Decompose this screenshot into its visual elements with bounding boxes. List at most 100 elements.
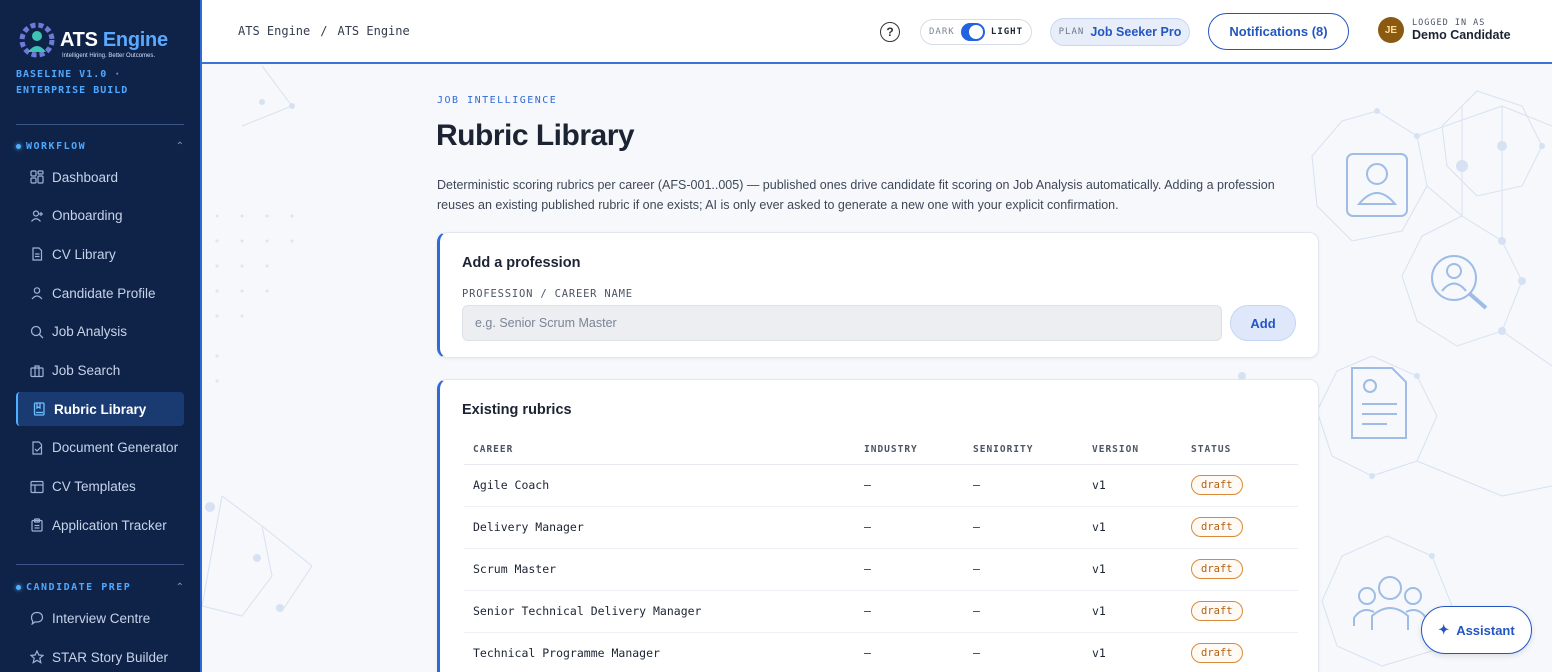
sidebar-item-label: Rubric Library — [54, 401, 147, 417]
theme-toggle[interactable]: DARK LIGHT — [920, 19, 1032, 45]
sidebar-item-candidate-profile[interactable]: Candidate Profile — [16, 276, 184, 310]
column-header-career[interactable]: CAREER — [464, 436, 855, 465]
sidebar-item-label: Onboarding — [52, 208, 123, 224]
plan-key: PLAN — [1058, 27, 1085, 37]
page-eyebrow: JOB INTELLIGENCE — [437, 95, 558, 106]
sidebar-item-label: CV Templates — [52, 479, 136, 495]
breadcrumb: ATS Engine / ATS Engine — [238, 24, 410, 38]
profession-input[interactable] — [462, 305, 1222, 341]
add-profession-button[interactable]: Add — [1230, 305, 1296, 341]
build-label: BASELINE V1.0 · ENTERPRISE BUILD — [16, 69, 129, 96]
add-profession-title: Add a profession — [462, 255, 581, 271]
cell-industry: — — [855, 590, 964, 633]
sidebar-item-label: Job Analysis — [52, 324, 128, 340]
cell-status: draft — [1182, 632, 1298, 672]
column-header-version[interactable]: VERSION — [1083, 436, 1182, 465]
existing-rubrics-title: Existing rubrics — [462, 402, 572, 418]
cell-industry: — — [855, 464, 964, 507]
cell-status: draft — [1182, 506, 1298, 549]
chevron-up-icon: ⌃ — [175, 140, 184, 152]
status-badge: draft — [1191, 559, 1243, 579]
cell-career: Scrum Master — [464, 548, 855, 591]
status-badge: draft — [1191, 601, 1243, 621]
star-icon — [30, 650, 44, 664]
sidebar-item-interview-centre[interactable]: Interview Centre — [16, 601, 184, 635]
breadcrumb-item: ATS Engine — [337, 24, 410, 38]
user-name: Demo Candidate — [1412, 28, 1511, 42]
sidebar-item-star-story-builder[interactable]: STAR Story Builder — [16, 640, 184, 672]
cell-career: Technical Programme Manager — [464, 632, 855, 672]
sidebar-item-job-search[interactable]: Job Search — [16, 354, 184, 388]
dashboard-icon — [30, 170, 44, 184]
cell-seniority: — — [964, 506, 1083, 549]
page-title: Rubric Library — [436, 119, 635, 152]
cell-seniority: — — [964, 548, 1083, 591]
status-badge: draft — [1191, 643, 1243, 663]
sidebar-item-rubric-library[interactable]: Rubric Library — [16, 392, 184, 427]
cell-seniority: — — [964, 590, 1083, 633]
sidebar-item-application-tracker[interactable]: Application Tracker — [16, 508, 184, 542]
sidebar-item-document-generator[interactable]: Document Generator — [16, 431, 184, 465]
breadcrumb-item[interactable]: ATS Engine — [238, 24, 310, 38]
chat-icon — [30, 611, 44, 625]
user-plus-icon — [30, 209, 44, 223]
plan-value: Job Seeker Pro — [1090, 25, 1182, 39]
cell-career: Senior Technical Delivery Manager — [464, 590, 855, 633]
profession-field-label: PROFESSION / CAREER NAME — [462, 288, 633, 300]
status-badge: draft — [1191, 517, 1243, 537]
table-row[interactable]: Delivery Manager — — v1 draft — [464, 506, 1298, 549]
sidebar-item-label: CV Library — [52, 246, 116, 262]
sidebar-item-cv-templates[interactable]: CV Templates — [16, 470, 184, 504]
sparkle-icon: ✦ — [1438, 622, 1450, 637]
table-row[interactable]: Technical Programme Manager — — v1 draft — [464, 632, 1298, 672]
plan-badge[interactable]: PLAN Job Seeker Pro — [1050, 18, 1190, 46]
cell-version: v1 — [1083, 506, 1182, 549]
theme-light-label: LIGHT — [990, 27, 1023, 37]
brand-name: ATS Engine — [60, 29, 168, 51]
cell-career: Agile Coach — [464, 464, 855, 507]
logged-in-label: LOGGED IN AS — [1412, 18, 1486, 28]
table-row[interactable]: Senior Technical Delivery Manager — — v1 dra… — [464, 590, 1298, 633]
sidebar-item-label: Candidate Profile — [52, 285, 156, 301]
top-header: ATS Engine / ATS Engine ? DARK LIGHT PLA… — [202, 0, 1552, 64]
theme-switch[interactable] — [960, 23, 985, 41]
avatar: JE — [1378, 17, 1404, 43]
assistant-button[interactable]: ✦ Assistant — [1421, 606, 1532, 654]
sidebar: ATS Engine Intelligent Hiring. Better Ou… — [0, 0, 202, 672]
section-candidate-prep[interactable]: CANDIDATE PREP ⌃ — [16, 580, 184, 594]
cell-seniority: — — [964, 464, 1083, 507]
sidebar-item-cv-library[interactable]: CV Library — [16, 237, 184, 271]
user-menu[interactable]: JE LOGGED IN AS Demo Candidate — [1378, 17, 1511, 43]
chevron-up-icon: ⌃ — [175, 581, 184, 593]
sidebar-item-label: STAR Story Builder — [52, 649, 169, 665]
table-row[interactable]: Scrum Master — — v1 draft — [464, 548, 1298, 591]
cell-version: v1 — [1083, 464, 1182, 507]
help-icon[interactable]: ? — [880, 22, 900, 42]
section-candidate-prep-label: CANDIDATE PREP — [26, 581, 132, 593]
cell-version: v1 — [1083, 548, 1182, 591]
cell-status: draft — [1182, 548, 1298, 591]
table-row[interactable]: Agile Coach — — v1 draft — [464, 464, 1298, 507]
section-workflow[interactable]: WORKFLOW ⌃ — [16, 139, 184, 153]
column-header-status[interactable]: STATUS — [1182, 436, 1298, 465]
sidebar-item-onboarding[interactable]: Onboarding — [16, 199, 184, 233]
sidebar-item-job-analysis[interactable]: Job Analysis — [16, 315, 184, 349]
assistant-label: Assistant — [1456, 622, 1515, 638]
column-header-industry[interactable]: INDUSTRY — [855, 436, 964, 465]
breadcrumb-separator: / — [320, 24, 328, 38]
notifications-button[interactable]: Notifications (8) — [1208, 13, 1349, 50]
status-badge: draft — [1191, 475, 1243, 495]
section-workflow-label: WORKFLOW — [26, 140, 87, 152]
cell-version: v1 — [1083, 590, 1182, 633]
main-content: JOB INTELLIGENCE Rubric Library Determin… — [202, 66, 1552, 672]
theme-dark-label: DARK — [929, 27, 955, 37]
cell-status: draft — [1182, 464, 1298, 507]
column-header-seniority[interactable]: SENIORITY — [964, 436, 1083, 465]
sidebar-item-label: Interview Centre — [52, 610, 151, 626]
cell-industry: — — [855, 506, 964, 549]
sidebar-item-dashboard[interactable]: Dashboard — [16, 160, 184, 194]
table-header-row: CAREER INDUSTRY SENIORITY VERSION STATUS — [464, 436, 1298, 465]
user-icon — [30, 286, 44, 300]
cell-industry: — — [855, 548, 964, 591]
brand[interactable]: ATS Engine Intelligent Hiring. Better Ou… — [16, 20, 191, 64]
